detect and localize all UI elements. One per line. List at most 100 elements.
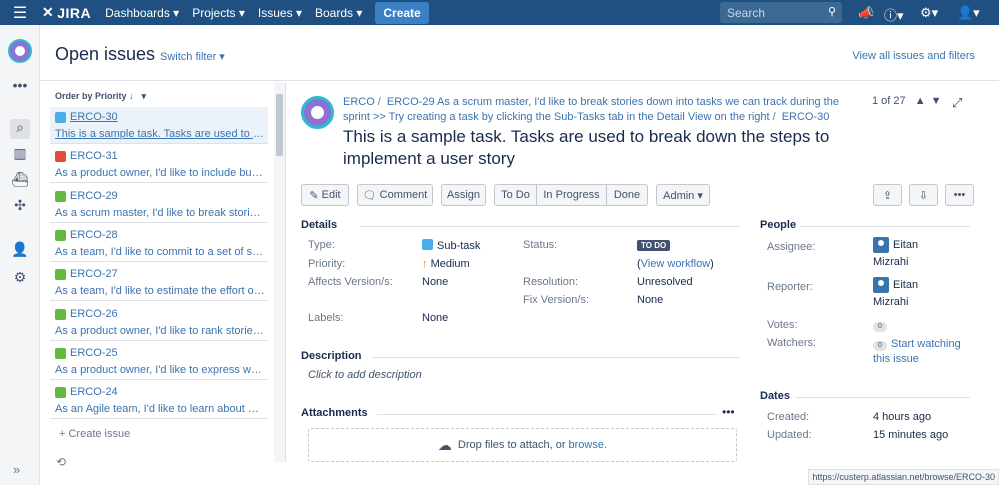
breadcrumb: ERCO / ERCO-29 As a scrum master, I'd lik… [343,95,843,125]
issue-summary[interactable]: This is a sample task. Tasks are used to… [55,128,265,140]
divider [360,226,740,227]
issue-type-icon [55,112,66,123]
fix-version-value: None [637,294,664,306]
people-heading: People [760,219,797,231]
share-button[interactable]: ⇪ [873,184,902,206]
updated-label: Updated: [767,429,812,441]
jira-logo[interactable]: ✕ JIRA [42,4,91,21]
assignee-value[interactable]: Eitan Mizrahi [873,237,918,271]
order-by-control[interactable]: Order by Priority ↓ ▾ [55,91,146,102]
breadcrumb-key[interactable]: ERCO-30 [782,111,830,123]
attachment-dropzone[interactable]: ☁ Drop files to attach, or browse. [308,428,737,462]
issue-key[interactable]: ERCO-31 [70,150,118,162]
create-button[interactable]: Create [375,1,429,24]
comment-button[interactable]: 🗨 Comment [357,184,433,206]
nav-boards[interactable]: Boards ▾ [315,6,362,20]
issues-search-icon[interactable]: ⌕ [10,119,30,139]
issue-title[interactable]: This is a sample task. Tasks are used to… [343,126,843,170]
export-button[interactable]: ⇩ [909,184,938,206]
todo-button[interactable]: To Do [494,184,537,206]
project-settings-icon[interactable]: ⚙ [10,269,30,289]
view-all-issues-link[interactable]: View all issues and filters [852,50,975,62]
in-progress-button[interactable]: In Progress [536,184,607,206]
subtask-icon [422,239,433,250]
view-workflow: (View workflow) [637,258,714,270]
components-icon[interactable]: ✣ [10,197,30,217]
admin-button[interactable]: Admin ▾ [656,184,710,206]
expand-sidebar-icon[interactable]: » [13,462,20,477]
more-actions-button[interactable]: ••• [945,184,974,206]
list-item[interactable]: ERCO-27 As a team, I'd like to estimate t… [50,264,268,302]
create-issue-link[interactable]: + Create issue [59,428,130,440]
issue-key[interactable]: ERCO-27 [70,268,118,280]
list-scrollbar[interactable] [274,82,285,462]
comment-icon: 🗨 [362,189,380,202]
watchers-label: Watchers: [767,337,817,349]
next-issue-icon[interactable]: ▼ [931,95,942,107]
issue-summary[interactable]: As a team, I'd like to commit to a set o… [55,246,265,258]
switch-filter-link[interactable]: Switch filter ▾ [160,50,225,63]
list-item[interactable]: ERCO-29 As a scrum master, I'd like to br… [50,186,268,223]
list-item[interactable]: ERCO-28 As a team, I'd like to commit to … [50,225,268,262]
search-input[interactable]: Search ⚲ [720,2,842,23]
breadcrumb-parent[interactable]: ERCO-29 As a scrum master, I'd like to b… [343,96,839,123]
issue-key[interactable]: ERCO-24 [70,386,118,398]
view-workflow-link[interactable]: View workflow [641,258,711,270]
help-icon[interactable]: ⓘ▾ [884,5,904,24]
issue-key[interactable]: ERCO-30 [70,111,118,123]
divider [800,226,970,227]
created-value: 4 hours ago [873,411,932,423]
nav-dashboards[interactable]: Dashboards ▾ [105,6,179,20]
issue-summary[interactable]: As a product owner, I'd like to rank sto… [55,325,265,337]
issue-summary[interactable]: As a team, I'd like to estimate the effo… [55,285,265,297]
issue-summary[interactable]: As a product owner, I'd like to express … [55,364,265,376]
issue-key[interactable]: ERCO-25 [70,347,118,359]
issue-key[interactable]: ERCO-29 [70,190,118,202]
votes-value[interactable]: 0 [873,319,891,332]
start-watching-link[interactable]: Start watching [891,338,961,350]
user-avatar [873,237,889,254]
feedback-icon[interactable]: 📣 [858,5,874,21]
list-item[interactable]: ERCO-30 This is a sample task. Tasks are … [50,107,268,144]
priority-value: ↑ Medium [422,258,470,270]
issue-pager: 1 of 27 ▲ ▼ [872,95,942,107]
description-placeholder[interactable]: Click to add description [308,369,422,381]
cloud-upload-icon: ☁ [437,436,452,453]
more-icon[interactable]: ••• [722,405,735,419]
breadcrumb-project[interactable]: ERCO [343,96,375,108]
expand-icon[interactable]: ⤢ [952,95,962,111]
priority-medium-icon: ↑ [422,258,431,270]
assignee-label: Assignee: [767,241,816,253]
user-avatar-icon[interactable]: 👤▾ [957,5,980,21]
reporter-value[interactable]: Eitan Mizrahi [873,277,918,311]
list-item[interactable]: ERCO-24 As an Agile team, I'd like to lea… [50,382,268,420]
list-item[interactable]: ERCO-26 As a product owner, I'd like to r… [50,304,268,341]
project-avatar[interactable] [8,39,32,63]
scrollbar-thumb[interactable] [276,94,283,156]
reports-icon[interactable]: ▥ [10,145,30,165]
done-button[interactable]: Done [606,184,648,206]
nav-projects[interactable]: Projects ▾ [192,6,245,20]
issue-key[interactable]: ERCO-26 [70,308,118,320]
nav-issues[interactable]: Issues ▾ [258,6,302,20]
issue-key[interactable]: ERCO-28 [70,229,118,241]
list-item[interactable]: ERCO-25 As a product owner, I'd like to e… [50,343,268,380]
browse-link[interactable]: browse. [569,439,608,451]
assign-button[interactable]: Assign [441,184,486,206]
labels-value[interactable]: None [422,312,448,324]
start-watching-link-cont[interactable]: this issue [873,353,919,365]
releases-icon[interactable]: ⛴ [10,171,30,191]
issue-summary[interactable]: As an Agile team, I'd like to learn abou… [55,403,265,415]
gear-icon[interactable]: ⚙▾ [920,5,938,21]
issue-type-icon [55,269,66,281]
list-item[interactable]: ERCO-31 As a product owner, I'd like to i… [50,146,268,184]
more-icon[interactable]: ••• [10,77,30,97]
previous-issue-icon[interactable]: ▲ [915,95,926,107]
refresh-icon[interactable]: ⟲ [56,455,66,469]
edit-button[interactable]: ✎ Edit [301,184,349,206]
chevron-down-icon[interactable]: ▾ [142,91,147,101]
add-people-icon[interactable]: 👤 [10,241,30,261]
issue-summary[interactable]: As a scrum master, I'd like to break sto… [55,207,265,219]
issue-summary[interactable]: As a product owner, I'd like to include … [55,167,265,179]
menu-icon[interactable]: ☰ [0,3,40,23]
